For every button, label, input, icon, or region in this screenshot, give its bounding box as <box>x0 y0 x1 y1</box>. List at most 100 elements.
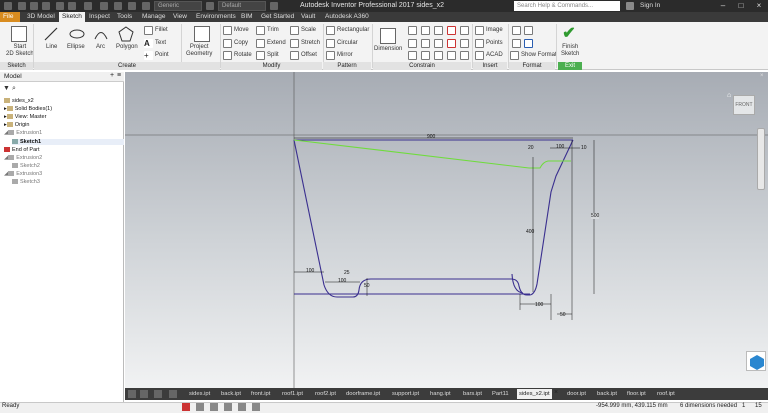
constraint-settings-icon[interactable] <box>447 51 456 60</box>
tab-vault[interactable]: Vault <box>298 12 318 22</box>
close-tab-icon[interactable]: × <box>554 389 558 396</box>
dimension-label[interactable]: 100 <box>556 144 564 150</box>
tab-a360[interactable]: Autodesk A360 <box>322 12 372 22</box>
equal-icon[interactable] <box>421 51 430 60</box>
perpendicular-icon[interactable] <box>408 39 417 48</box>
tab-bim[interactable]: BIM <box>238 12 256 22</box>
minimize-button[interactable]: – <box>714 0 732 12</box>
update-icon[interactable] <box>114 2 122 10</box>
coincident-icon[interactable] <box>408 26 417 35</box>
tab-scroll-icon[interactable] <box>169 390 177 398</box>
fix-icon[interactable] <box>447 26 456 35</box>
mirror-icon[interactable] <box>326 51 335 60</box>
copy-button[interactable]: Copy <box>234 40 248 46</box>
dimension-label[interactable]: 25 <box>344 270 350 276</box>
navigation-bar[interactable] <box>757 128 765 190</box>
tab-3d-model[interactable]: 3D Model <box>24 12 58 22</box>
doc-tab[interactable]: Part11 <box>490 389 511 399</box>
split-icon[interactable] <box>256 51 265 60</box>
tree-item-view[interactable]: ▸ View: Master <box>4 114 46 120</box>
circular-pattern-icon[interactable] <box>326 39 335 48</box>
offset-button[interactable]: Offset <box>301 52 317 58</box>
point-icon[interactable]: + <box>144 51 153 60</box>
center-point-icon[interactable] <box>512 39 521 48</box>
app-menu-icon[interactable] <box>4 2 12 10</box>
doc-tab[interactable]: door.ipt <box>565 389 588 399</box>
close-view-icon[interactable]: × <box>760 73 764 79</box>
tree-item-sketch2[interactable]: Sketch2 <box>12 163 40 169</box>
symmetric-icon[interactable] <box>408 51 417 60</box>
doc-tab[interactable]: back.ipt <box>595 389 619 399</box>
project-geometry-button[interactable]: Project Geometry <box>186 44 212 58</box>
driven-dimension-icon[interactable] <box>524 39 533 48</box>
extend-icon[interactable] <box>256 39 265 48</box>
dimension-button[interactable]: Dimension <box>374 46 402 52</box>
list-icon[interactable] <box>154 390 162 398</box>
select-icon[interactable] <box>100 2 108 10</box>
appearance-dropdown[interactable]: Default <box>218 1 266 11</box>
show-format-icon[interactable] <box>510 51 519 60</box>
acad-button[interactable]: ACAD <box>486 52 503 58</box>
offset-icon[interactable] <box>290 51 299 60</box>
tab-manage[interactable]: Manage <box>139 12 169 22</box>
concentric-icon[interactable] <box>434 26 443 35</box>
trim-icon[interactable] <box>256 26 265 35</box>
tree-item-extrusion1[interactable]: ◢ Extrusion1 <box>4 130 42 136</box>
status-icon[interactable] <box>252 403 260 411</box>
start-sketch-button[interactable]: Start 2D Sketch <box>6 44 34 58</box>
menu-icon[interactable]: ≡ <box>117 72 121 79</box>
auto-dimension-icon[interactable] <box>460 51 469 60</box>
trim-button[interactable]: Trim <box>267 27 279 33</box>
vertical-icon[interactable] <box>434 39 443 48</box>
split-button[interactable]: Split <box>267 52 279 58</box>
collinear-icon[interactable] <box>421 26 430 35</box>
tab-tools[interactable]: Tools <box>114 12 135 22</box>
doc-tab[interactable]: roof2.ipt <box>313 389 338 399</box>
extend-button[interactable]: Extend <box>267 40 286 46</box>
doc-tab[interactable]: back.ipt <box>219 389 243 399</box>
tree-item-sketch3[interactable]: Sketch3 <box>12 179 40 185</box>
dimension-label[interactable]: 900 <box>427 134 435 140</box>
points-button[interactable]: Points <box>486 40 503 46</box>
dimension-label[interactable]: 500 <box>591 213 600 219</box>
finish-sketch-icon[interactable]: ✔ <box>561 26 577 42</box>
smooth-icon[interactable] <box>460 39 469 48</box>
doc-tab[interactable]: hang.ipt <box>428 389 453 399</box>
highlighted-line[interactable] <box>293 139 530 169</box>
dimension-label[interactable]: 100 <box>306 268 314 274</box>
tangent-icon[interactable] <box>447 39 456 48</box>
open-icon[interactable] <box>30 2 38 10</box>
tree-item-end-of-part[interactable]: End of Part <box>4 147 40 153</box>
status-icon[interactable] <box>238 403 246 411</box>
ellipse-button[interactable]: Ellipse <box>67 44 85 50</box>
color-icon[interactable] <box>142 2 150 10</box>
tab-sketch[interactable]: Sketch <box>59 12 85 22</box>
dimension-label[interactable]: 10 <box>581 145 587 151</box>
doc-tab[interactable]: floor.ipt <box>625 389 648 399</box>
doc-tab[interactable]: roof.ipt <box>655 389 677 399</box>
material-dropdown[interactable]: Generic <box>154 1 202 11</box>
doc-tab[interactable]: doorframe.ipt <box>344 389 382 399</box>
sketch-profile[interactable] <box>293 139 574 298</box>
scale-icon[interactable] <box>290 26 299 35</box>
polygon-icon[interactable] <box>118 26 134 42</box>
tree-item-extrusion2[interactable]: ◢ Extrusion2 <box>4 155 42 161</box>
dimension-label[interactable]: 100 <box>338 278 346 284</box>
doc-tab[interactable]: support.ipt <box>390 389 421 399</box>
cascade-icon[interactable] <box>140 390 148 398</box>
tab-file[interactable]: File <box>0 12 20 22</box>
tree-item-origin[interactable]: ▸ Origin <box>4 122 29 128</box>
tab-inspect[interactable]: Inspect <box>86 12 113 22</box>
text-icon[interactable]: A <box>144 39 153 48</box>
save-icon[interactable] <box>42 2 50 10</box>
rotate-button[interactable]: Rotate <box>234 52 252 58</box>
text-button[interactable]: Text <box>155 40 166 46</box>
rectangular-pattern-icon[interactable] <box>326 26 335 35</box>
help-search-input[interactable]: Search Help & Commands... <box>514 1 620 11</box>
show-constraints-icon[interactable] <box>434 51 443 60</box>
parallel-icon[interactable] <box>460 26 469 35</box>
point-button[interactable]: Point <box>155 52 169 58</box>
start-sketch-icon[interactable] <box>11 26 27 42</box>
rectangular-pattern-button[interactable]: Rectangular <box>337 27 369 33</box>
filter-icon[interactable]: ▼ <box>3 85 10 92</box>
